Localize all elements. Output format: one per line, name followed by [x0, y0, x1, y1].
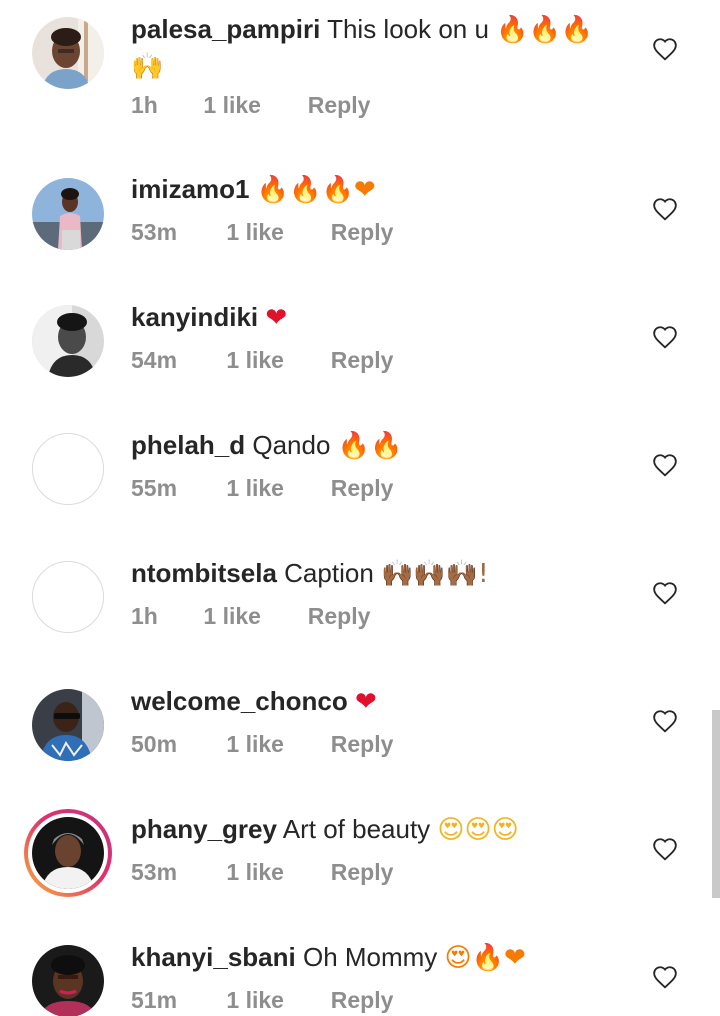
- avatar[interactable]: [32, 945, 104, 1016]
- avatar[interactable]: [32, 433, 104, 505]
- comment-username[interactable]: imizamo1: [131, 174, 250, 204]
- reply-button[interactable]: Reply: [331, 475, 394, 502]
- raised-hands-emoji: 🙌🏾🙌🏾🙌🏾!: [381, 559, 489, 589]
- reply-button[interactable]: Reply: [331, 347, 394, 374]
- red-heart-emoji: ❤: [265, 303, 288, 333]
- avatar[interactable]: [32, 689, 104, 761]
- comment-likes[interactable]: 1 like: [226, 475, 324, 502]
- comment-item: kanyindiki ❤ 54m 1 like Reply: [0, 288, 720, 416]
- story-ring[interactable]: [24, 809, 112, 897]
- comment-item: imizamo1 🔥🔥🔥❤ 53m 1 like Reply: [0, 160, 720, 288]
- comment-meta: 53m 1 like Reply: [131, 859, 393, 886]
- comment-username[interactable]: welcome_chonco: [131, 686, 348, 716]
- comment-meta: 1h 1 like Reply: [131, 603, 370, 630]
- comment-text: welcome_chonco ❤: [131, 683, 631, 720]
- comment-meta: 53m 1 like Reply: [131, 219, 393, 246]
- comment-body: Qando: [252, 430, 331, 460]
- comment-text: khanyi_sbani Oh Mommy 😍🔥❤: [131, 939, 631, 976]
- heart-outline-icon[interactable]: [652, 37, 678, 61]
- avatar[interactable]: [32, 561, 104, 633]
- comment-username[interactable]: phany_grey: [131, 814, 277, 844]
- emoji-group: 🔥🔥🔥❤: [256, 175, 376, 205]
- avatar[interactable]: [32, 817, 104, 889]
- heart-outline-icon[interactable]: [652, 453, 678, 477]
- heart-outline-icon[interactable]: [652, 709, 678, 733]
- comment-username[interactable]: ntombitsela: [131, 558, 277, 588]
- comment-text: palesa_pampiri This look on u 🔥🔥🔥 🙌: [131, 11, 631, 85]
- comment-meta: 50m 1 like Reply: [131, 731, 393, 758]
- comment-time: 51m: [131, 987, 178, 1013]
- avatar[interactable]: [32, 305, 104, 377]
- comment-text: phany_grey Art of beauty 😍😍😍: [131, 811, 631, 848]
- comment-likes[interactable]: 1 like: [226, 731, 324, 758]
- comment-item: palesa_pampiri This look on u 🔥🔥🔥 🙌 1h 1…: [0, 0, 720, 128]
- comment-item: khanyi_sbani Oh Mommy 😍🔥❤ 51m 1 like Rep…: [0, 928, 720, 1016]
- comment-time: 1h: [131, 603, 158, 629]
- comment-body: Oh Mommy: [302, 942, 438, 972]
- reply-button[interactable]: Reply: [308, 603, 371, 630]
- comment-time: 1h: [131, 92, 158, 118]
- heart-outline-icon[interactable]: [652, 837, 678, 861]
- comment-item: ntombitsela Caption 🙌🏾🙌🏾🙌🏾! 1h 1 like Re…: [0, 544, 720, 672]
- scrollbar[interactable]: [712, 710, 720, 898]
- comment-username[interactable]: khanyi_sbani: [131, 942, 296, 972]
- red-heart-emoji: ❤: [354, 687, 377, 717]
- comment-likes[interactable]: 1 like: [226, 987, 324, 1014]
- comment-text: kanyindiki ❤: [131, 299, 631, 336]
- comment-likes[interactable]: 1 like: [226, 859, 324, 886]
- heart-outline-icon[interactable]: [652, 325, 678, 349]
- comment-meta: 51m 1 like Reply: [131, 987, 393, 1014]
- heart-eyes-emoji: 😍😍😍: [437, 815, 519, 845]
- comment-meta: 55m 1 like Reply: [131, 475, 393, 502]
- avatar[interactable]: [32, 17, 104, 89]
- heart-outline-icon[interactable]: [652, 197, 678, 221]
- comment-item: phelah_d Qando 🔥🔥 55m 1 like Reply: [0, 416, 720, 544]
- comment-body: Art of beauty: [282, 814, 431, 844]
- comment-username[interactable]: palesa_pampiri: [131, 14, 320, 44]
- avatar[interactable]: [32, 178, 104, 250]
- comment-likes[interactable]: 1 like: [203, 603, 301, 630]
- comment-meta: 54m 1 like Reply: [131, 347, 393, 374]
- comment-time: 55m: [131, 475, 178, 501]
- raised-hands-emoji: 🙌: [131, 52, 164, 82]
- comment-likes[interactable]: 1 like: [203, 92, 301, 119]
- fire-emoji: 🔥🔥🔥: [496, 15, 594, 45]
- comments-list: palesa_pampiri This look on u 🔥🔥🔥 🙌 1h 1…: [0, 0, 720, 1016]
- comment-time: 54m: [131, 347, 178, 373]
- reply-button[interactable]: Reply: [308, 92, 371, 119]
- comment-body: This look on u: [327, 14, 489, 44]
- reply-button[interactable]: Reply: [331, 859, 394, 886]
- heart-outline-icon[interactable]: [652, 965, 678, 989]
- comment-meta: 1h 1 like Reply: [131, 92, 370, 119]
- comment-item: phany_grey Art of beauty 😍😍😍 53m 1 like …: [0, 800, 720, 928]
- heart-outline-icon[interactable]: [652, 581, 678, 605]
- reply-button[interactable]: Reply: [331, 987, 394, 1014]
- comment-likes[interactable]: 1 like: [226, 347, 324, 374]
- comment-item: welcome_chonco ❤ 50m 1 like Reply: [0, 672, 720, 800]
- comment-likes[interactable]: 1 like: [226, 219, 324, 246]
- comment-text: ntombitsela Caption 🙌🏾🙌🏾🙌🏾!: [131, 555, 631, 592]
- comment-time: 53m: [131, 219, 178, 245]
- comment-body: Caption: [284, 558, 374, 588]
- fire-emoji: 🔥🔥: [337, 431, 403, 461]
- comment-username[interactable]: kanyindiki: [131, 302, 258, 332]
- comment-time: 50m: [131, 731, 178, 757]
- comment-text: imizamo1 🔥🔥🔥❤: [131, 171, 631, 208]
- reply-button[interactable]: Reply: [331, 219, 394, 246]
- comment-time: 53m: [131, 859, 178, 885]
- comment-text: phelah_d Qando 🔥🔥: [131, 427, 631, 464]
- reply-button[interactable]: Reply: [331, 731, 394, 758]
- comment-username[interactable]: phelah_d: [131, 430, 245, 460]
- emoji-group: 😍🔥❤: [444, 943, 526, 973]
